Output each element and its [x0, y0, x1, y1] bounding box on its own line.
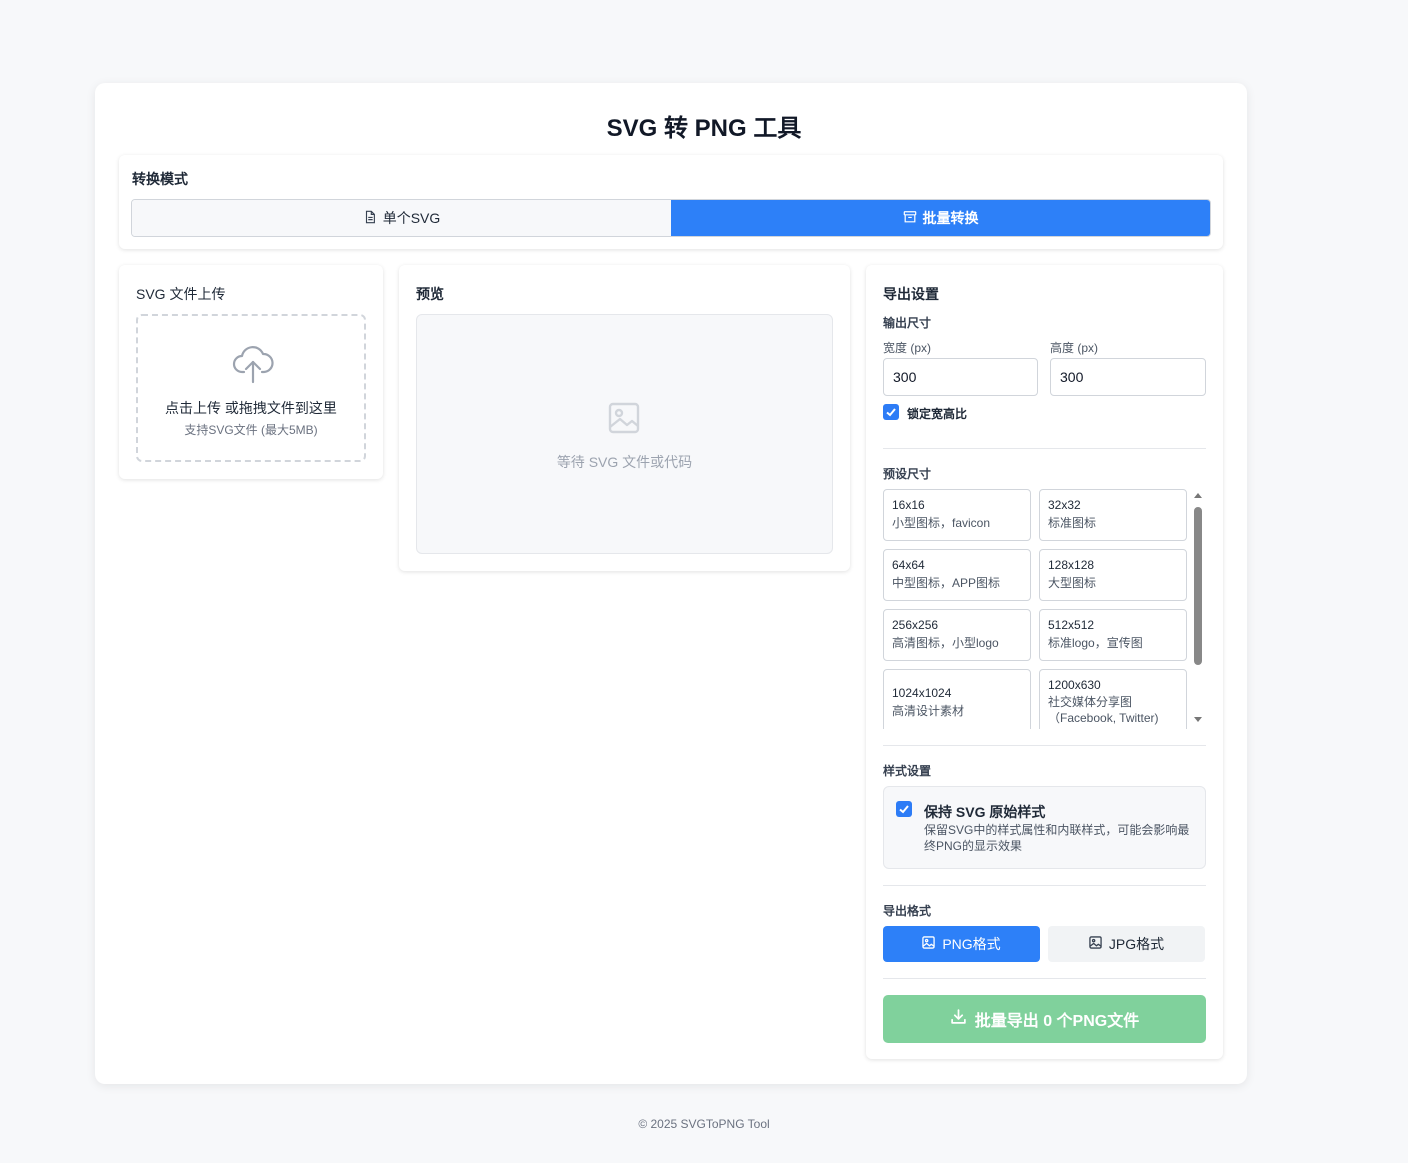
preset-size: 16x16: [892, 498, 925, 512]
png-format-label: PNG格式: [942, 936, 1001, 952]
preview-title: 预览: [416, 286, 444, 302]
upload-main-text: 点击上传 或拖拽文件到这里: [165, 400, 337, 416]
preset-size: 256x256: [892, 618, 939, 632]
upload-panel: SVG 文件上传 点击上传 或拖拽文件到这里 支持SVG文件 (最大5MB): [119, 265, 383, 479]
preset-512[interactable]: 512x512 标准logo，宣传图: [1039, 609, 1187, 661]
export-settings-panel: 导出设置 输出尺寸 宽度 (px) 高度 (px) 锁定宽高比 预设尺寸 16x…: [866, 265, 1223, 1059]
image-icon: [922, 936, 936, 952]
preset-256[interactable]: 256x256 高清图标，小型logo: [883, 609, 1031, 661]
archive-icon: [903, 210, 917, 227]
mode-label: 转换模式: [132, 171, 188, 187]
jpg-format-button[interactable]: JPG格式: [1048, 926, 1205, 962]
height-input[interactable]: [1050, 358, 1206, 396]
width-label: 宽度 (px): [883, 341, 932, 355]
upload-sub-text: 支持SVG文件 (最大5MB): [184, 423, 318, 437]
preset-size: 1200x630: [1048, 678, 1101, 692]
preset-1200[interactable]: 1200x630 社交媒体分享图（Facebook, Twitter): [1039, 669, 1187, 729]
style-settings-label: 样式设置: [883, 764, 932, 778]
preset-size: 64x64: [892, 558, 925, 572]
divider: [883, 745, 1206, 746]
divider: [883, 978, 1206, 979]
batch-convert-button[interactable]: 批量转换: [671, 200, 1210, 236]
footer-copyright: © 2025 SVGToPNG Tool: [638, 1117, 770, 1131]
export-settings-title: 导出设置: [883, 286, 939, 302]
keep-style-label: 保持 SVG 原始样式: [924, 804, 1046, 820]
batch-export-label: 批量导出 0 个PNG文件: [974, 1013, 1140, 1030]
preset-64[interactable]: 64x64 中型图标，APP图标: [883, 549, 1031, 601]
keep-style-option: 保持 SVG 原始样式 保留SVG中的样式属性和内联样式，可能会影响最终PNG的…: [883, 786, 1206, 869]
output-size-label: 输出尺寸: [883, 316, 932, 330]
upload-title: SVG 文件上传: [136, 286, 226, 302]
preset-desc: 高清设计素材: [892, 704, 965, 718]
keep-style-checkbox[interactable]: [896, 801, 912, 817]
preset-list: 16x16 小型图标，favicon 32x32 标准图标 64x64 中型图标…: [883, 489, 1189, 729]
preview-placeholder-text: 等待 SVG 文件或代码: [556, 454, 693, 470]
png-format-button[interactable]: PNG格式: [883, 926, 1040, 962]
single-svg-label: 单个SVG: [382, 210, 441, 226]
preset-16[interactable]: 16x16 小型图标，favicon: [883, 489, 1031, 541]
height-label: 高度 (px): [1050, 341, 1099, 355]
preview-area: 等待 SVG 文件或代码: [416, 314, 833, 554]
preset-scrollbar[interactable]: [1191, 489, 1205, 729]
preset-1024[interactable]: 1024x1024 高清设计素材: [883, 669, 1031, 729]
preset-desc: 标准图标: [1048, 516, 1097, 530]
preset-size: 512x512: [1048, 618, 1095, 632]
preset-size: 32x32: [1048, 498, 1081, 512]
preset-desc: 高清图标，小型logo: [892, 636, 999, 650]
mode-panel: 转换模式 单个SVG 批量转换: [119, 155, 1223, 249]
batch-export-button[interactable]: 批量导出 0 个PNG文件: [883, 995, 1206, 1043]
preset-desc: 大型图标: [1048, 576, 1097, 590]
export-format-label: 导出格式: [883, 904, 932, 918]
lock-ratio-checkbox[interactable]: [883, 404, 899, 420]
batch-convert-label: 批量转换: [922, 210, 979, 226]
preset-desc: 小型图标，favicon: [892, 516, 991, 530]
lock-ratio-label: 锁定宽高比: [907, 407, 968, 421]
divider: [883, 885, 1206, 886]
scroll-thumb[interactable]: [1194, 507, 1202, 665]
width-input[interactable]: [883, 358, 1038, 396]
preview-panel: 预览 等待 SVG 文件或代码: [399, 265, 850, 571]
keep-style-description: 保留SVG中的样式属性和内联样式，可能会影响最终PNG的显示效果: [924, 823, 1190, 853]
scroll-up-arrow[interactable]: [1194, 493, 1202, 498]
upload-dropzone[interactable]: 点击上传 或拖拽文件到这里 支持SVG文件 (最大5MB): [136, 314, 366, 462]
page-title: SVG 转 PNG 工具: [606, 115, 802, 142]
preset-desc: 标准logo，宣传图: [1048, 636, 1143, 650]
preset-size-label: 预设尺寸: [883, 467, 932, 481]
scroll-down-arrow[interactable]: [1194, 717, 1202, 722]
single-svg-button[interactable]: 单个SVG: [132, 200, 671, 236]
preset-size: 1024x1024: [892, 686, 952, 700]
image-icon: [1089, 936, 1102, 952]
divider: [883, 448, 1206, 449]
preset-128[interactable]: 128x128 大型图标: [1039, 549, 1187, 601]
download-icon: [950, 1008, 967, 1030]
mode-toggle: 单个SVG 批量转换: [131, 199, 1211, 237]
preset-desc: 社交媒体分享图（Facebook, Twitter): [1048, 695, 1159, 725]
preset-32[interactable]: 32x32 标准图标: [1039, 489, 1187, 541]
preset-desc: 中型图标，APP图标: [892, 576, 1001, 590]
preset-size: 128x128: [1048, 558, 1095, 572]
file-icon: [363, 210, 377, 227]
jpg-format-label: JPG格式: [1108, 936, 1165, 952]
